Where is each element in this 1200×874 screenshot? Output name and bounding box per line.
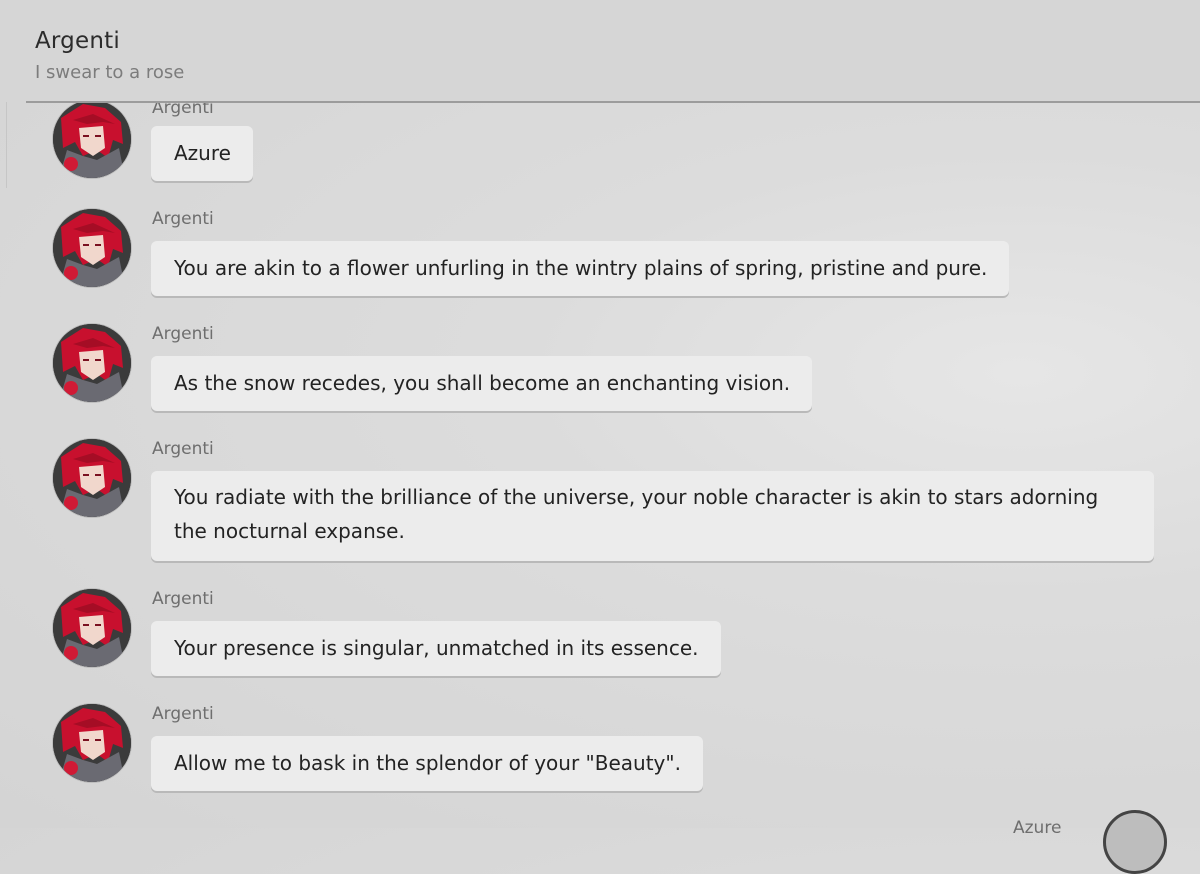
- argenti-avatar: [53, 324, 131, 402]
- message-bubble: Azure: [151, 126, 253, 181]
- contact-signature: I swear to a rose: [35, 62, 185, 83]
- sender-name: Argenti: [152, 439, 214, 459]
- sender-name: Argenti: [152, 324, 214, 344]
- message-feed[interactable]: Argenti Azure Argenti You are akin to a …: [0, 0, 1200, 874]
- argenti-avatar: [53, 704, 131, 782]
- header-divider: [26, 101, 1200, 103]
- chat-header: Argenti I swear to a rose: [0, 0, 1200, 102]
- azure-sender-name: Azure: [1013, 818, 1062, 838]
- message-bubble: Your presence is singular, unmatched in …: [151, 621, 721, 676]
- sender-name: Argenti: [152, 589, 214, 609]
- message-bubble: Allow me to bask in the splendor of your…: [151, 736, 703, 791]
- argenti-avatar: [53, 589, 131, 667]
- azure-avatar: [1103, 810, 1167, 874]
- argenti-avatar: [53, 209, 131, 287]
- message-bubble: You radiate with the brilliance of the u…: [151, 471, 1154, 561]
- message-bubble: You are akin to a flower unfurling in th…: [151, 241, 1010, 296]
- argenti-avatar: [53, 100, 131, 178]
- argenti-avatar: [53, 439, 131, 517]
- sender-name: Argenti: [152, 704, 214, 724]
- contact-name: Argenti: [35, 28, 120, 54]
- sender-name: Argenti: [152, 209, 214, 229]
- message-bubble: As the snow recedes, you shall become an…: [151, 356, 813, 411]
